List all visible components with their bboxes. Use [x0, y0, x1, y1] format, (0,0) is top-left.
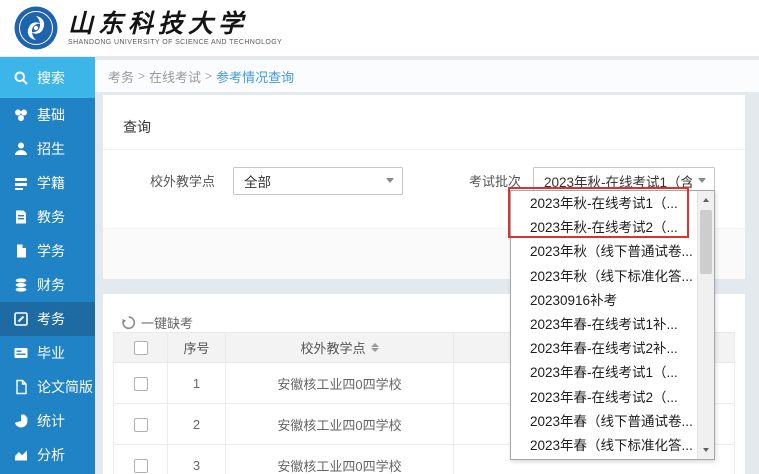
- sidebar-item-graduation[interactable]: 毕业: [0, 336, 95, 370]
- header-teaching-point[interactable]: 校外教学点: [226, 333, 454, 363]
- row-index: 3: [168, 445, 226, 474]
- sidebar-item-basic[interactable]: 基础: [0, 98, 95, 132]
- sidebar-item-statistics[interactable]: 统计: [0, 404, 95, 438]
- sort-icon[interactable]: [371, 343, 379, 353]
- sidebar-item-label: 基础: [37, 105, 65, 125]
- history-icon: [121, 315, 136, 330]
- scroll-up-icon[interactable]: [698, 192, 714, 208]
- one-click-absent-label: 一键缺考: [141, 313, 193, 332]
- breadcrumb: 考务 > 在线考试 > 参考情况查询: [95, 60, 759, 92]
- dropdown-options: 2023年秋-在线考试1（... 2023年秋-在线考试2（... 2023年秋…: [511, 192, 697, 458]
- dropdown-option[interactable]: 2023年春（线下普通试卷...: [511, 410, 697, 434]
- file-icon: [13, 379, 29, 395]
- teaching-point-label: 校外教学点: [103, 171, 215, 190]
- dropdown-option[interactable]: 20230916补考: [511, 289, 697, 313]
- brand-block: 山东科技大学 SHANDONG UNIVERSITY OF SCIENCE AN…: [68, 11, 282, 46]
- scrollbar-thumb[interactable]: [700, 210, 712, 274]
- person-icon: [13, 141, 29, 157]
- breadcrumb-current: 参考情况查询: [216, 67, 294, 86]
- document-icon: [13, 243, 29, 259]
- header-teaching-point-label: 校外教学点: [300, 338, 365, 357]
- sidebar-item-label: 财务: [37, 275, 65, 295]
- sidebar-item-student-status[interactable]: 学籍: [0, 166, 95, 200]
- exam-batch-value: 2023年秋-在线考试1（含: [544, 171, 692, 191]
- row-checkbox-cell: [114, 404, 168, 445]
- sidebar-item-finance[interactable]: 财务: [0, 268, 95, 302]
- university-name-en: SHANDONG UNIVERSITY OF SCIENCE AND TECHN…: [68, 39, 282, 46]
- header-checkbox-cell: [114, 333, 168, 363]
- sidebar-item-academic-affairs[interactable]: 教务: [0, 200, 95, 234]
- sidebar-item-label: 搜索: [37, 68, 65, 88]
- sidebar-item-thesis[interactable]: 论文简版: [0, 370, 95, 404]
- exam-batch-dropdown-list: 2023年秋-在线考试1（... 2023年秋-在线考试2（... 2023年秋…: [510, 190, 715, 460]
- coins-icon: [13, 277, 29, 293]
- sidebar-item-label: 考务: [37, 309, 65, 329]
- sidebar-item-label: 论文简版: [37, 377, 93, 397]
- sidebar-item-label: 毕业: [37, 343, 65, 363]
- sidebar-item-label: 统计: [37, 411, 65, 431]
- row-teaching-point: 安徽核工业四0四学校: [226, 404, 454, 445]
- dropdown-scrollbar[interactable]: [697, 191, 714, 459]
- search-icon: [13, 70, 29, 86]
- sidebar-item-label: 分析: [37, 445, 65, 465]
- sidebar-item-exam-affairs[interactable]: 考务: [0, 302, 95, 336]
- breadcrumb-item[interactable]: 考务: [108, 67, 134, 86]
- row-index: 1: [168, 363, 226, 404]
- top-header: 山东科技大学 SHANDONG UNIVERSITY OF SCIENCE AN…: [0, 0, 759, 57]
- breadcrumb-separator: >: [205, 69, 212, 83]
- row-checkbox[interactable]: [134, 418, 148, 432]
- teaching-point-value: 全部: [244, 171, 380, 191]
- chevron-down-icon: [698, 178, 706, 183]
- dropdown-option[interactable]: 2023年春（线下标准化答...: [511, 434, 697, 458]
- university-name: 山东科技大学: [68, 11, 282, 37]
- row-checkbox[interactable]: [134, 459, 148, 473]
- dropdown-option[interactable]: 2023年春-在线考试1补...: [511, 313, 697, 337]
- breadcrumb-item[interactable]: 在线考试: [149, 67, 201, 86]
- row-teaching-point: 安徽核工业四0四学校: [226, 363, 454, 404]
- sidebar-item-student-affairs[interactable]: 学务: [0, 234, 95, 268]
- row-checkbox-cell: [114, 363, 168, 404]
- sidebar-item-label: 教务: [37, 207, 65, 227]
- sidebar-item-search[interactable]: 搜索: [0, 57, 95, 98]
- one-click-absent-button[interactable]: 一键缺考: [121, 313, 193, 332]
- dropdown-option[interactable]: 2023年春-在线考试1（...: [511, 361, 697, 385]
- dropdown-option[interactable]: 2023年秋（线下标准化答...: [511, 265, 697, 289]
- dropdown-option[interactable]: 2023年秋（线下普通试卷...: [511, 240, 697, 264]
- card-icon: [13, 345, 29, 361]
- field-teaching-point: 校外教学点 全部: [103, 167, 403, 195]
- sidebar-item-label: 学务: [37, 241, 65, 261]
- sidebar-item-label: 招生: [37, 139, 65, 159]
- dropdown-option[interactable]: 2023年春-在线考试2（...: [511, 386, 697, 410]
- book-icon: [13, 209, 29, 225]
- dropdown-option[interactable]: 2023年秋-在线考试2（...: [511, 216, 697, 240]
- dropdown-option[interactable]: 2023年秋-在线考试1（...: [511, 192, 697, 216]
- header-index: 序号: [168, 333, 226, 363]
- row-checkbox-cell: [114, 445, 168, 474]
- row-checkbox[interactable]: [134, 377, 148, 391]
- query-panel-title: 查询: [103, 95, 745, 150]
- list-icon: [13, 175, 29, 191]
- select-all-checkbox[interactable]: [134, 341, 148, 355]
- sidebar-item-label: 学籍: [37, 173, 65, 193]
- row-index: 2: [168, 404, 226, 445]
- university-logo: [14, 6, 58, 50]
- row-teaching-point: 安徽核工业四0四学校: [226, 445, 454, 474]
- basic-icon: [13, 107, 29, 123]
- teaching-point-select[interactable]: 全部: [233, 167, 403, 195]
- exam-batch-label: 考试批次: [469, 171, 521, 190]
- pencil-icon: [13, 311, 29, 327]
- dropdown-option[interactable]: 2023年春-在线考试2补...: [511, 337, 697, 361]
- area-chart-icon: [13, 447, 29, 463]
- scroll-down-icon[interactable]: [698, 442, 714, 458]
- pie-chart-icon: [13, 413, 29, 429]
- sidebar-item-admissions[interactable]: 招生: [0, 132, 95, 166]
- chevron-down-icon: [386, 178, 394, 183]
- sidebar: 搜索 基础 招生 学籍 教务 学务 财务 考务 毕业 论文简版 统计: [0, 57, 95, 474]
- breadcrumb-separator: >: [138, 69, 145, 83]
- sidebar-item-analysis[interactable]: 分析: [0, 438, 95, 472]
